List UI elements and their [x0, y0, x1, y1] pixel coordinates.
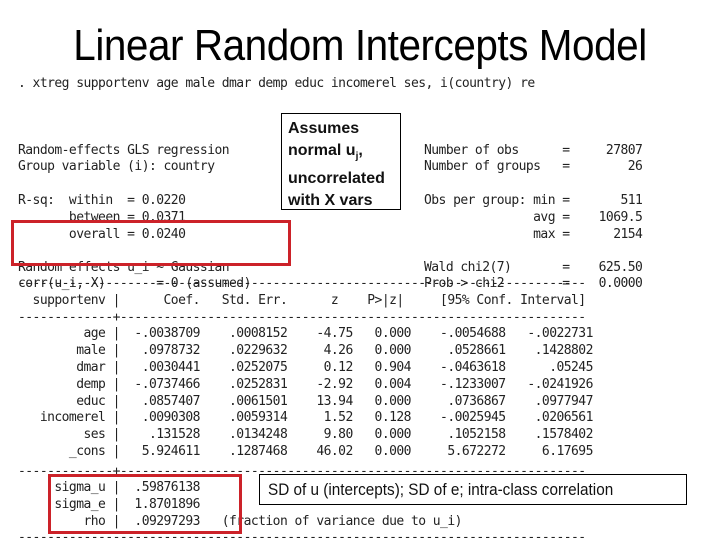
- callout-comma: ,: [358, 142, 363, 159]
- header-line: Random-effects GLS regression: [18, 142, 230, 158]
- table-header: supportenv | Coef. Std. Err. z P>|z| [95…: [18, 292, 587, 308]
- table-row: incomerel | .0090308 .0059314 1.52 0.128…: [18, 410, 594, 426]
- table-row: ses | .131528 .0134248 9.80 0.000 .10521…: [18, 427, 593, 443]
- table-row: _cons | 5.924611 .1287468 46.02 0.000 5.…: [18, 443, 593, 459]
- table-separator: -------------+--------------------------…: [18, 309, 586, 325]
- table-row: male | .0978732 .0229632 4.26 0.000 .052…: [18, 343, 593, 359]
- callout-assumptions: Assumes normal uj, uncorrelated with X v…: [281, 113, 401, 210]
- callout-line: with X vars: [288, 192, 373, 210]
- callout-sd-note: SD of u (intercepts); SD of e; intra-cla…: [259, 474, 687, 505]
- header-line: ​: [424, 176, 642, 193]
- header-line: avg = 1069.5: [424, 209, 643, 225]
- callout-sd-text: SD of u (intercepts); SD of e; intra-cla…: [268, 480, 614, 499]
- callout-text: normal u: [288, 142, 356, 159]
- header-line: ​: [18, 176, 229, 193]
- header-line: Obs per group: min = 511: [424, 192, 643, 208]
- header-line: Group variable (i): country: [18, 159, 215, 175]
- header-line: R-sq: within = 0.0220: [18, 192, 186, 208]
- stata-command: . xtreg supportenv age male dmar demp ed…: [18, 76, 535, 91]
- wald-line: Wald chi2(7) = 625.50: [424, 259, 643, 275]
- callout-line: uncorrelated: [288, 170, 385, 188]
- table-row: educ | .0857407 .0061501 13.94 0.000 .07…: [18, 393, 593, 409]
- table-row: dmar | .0030441 .0252075 0.12 0.904 -.04…: [18, 359, 593, 375]
- table-row: demp | -.0737466 .0252831 -2.92 0.004 -.…: [18, 376, 593, 392]
- regression-table: ----------------------------------------…: [18, 276, 593, 461]
- header-line: Number of obs = 27807: [424, 142, 643, 158]
- callout-line: Assumes: [288, 120, 360, 137]
- table-rule: ----------------------------------------…: [18, 276, 586, 291]
- highlight-box-random-effects: [11, 220, 291, 266]
- slide-title: Linear Random Intercepts Model: [73, 21, 647, 70]
- highlight-box-variance-components: [48, 474, 242, 534]
- header-line: Number of groups = 26: [424, 159, 643, 175]
- table-row: age | -.0038709 .0008152 -4.75 0.000 -.0…: [18, 326, 593, 342]
- callout-line: normal uj,: [288, 140, 394, 168]
